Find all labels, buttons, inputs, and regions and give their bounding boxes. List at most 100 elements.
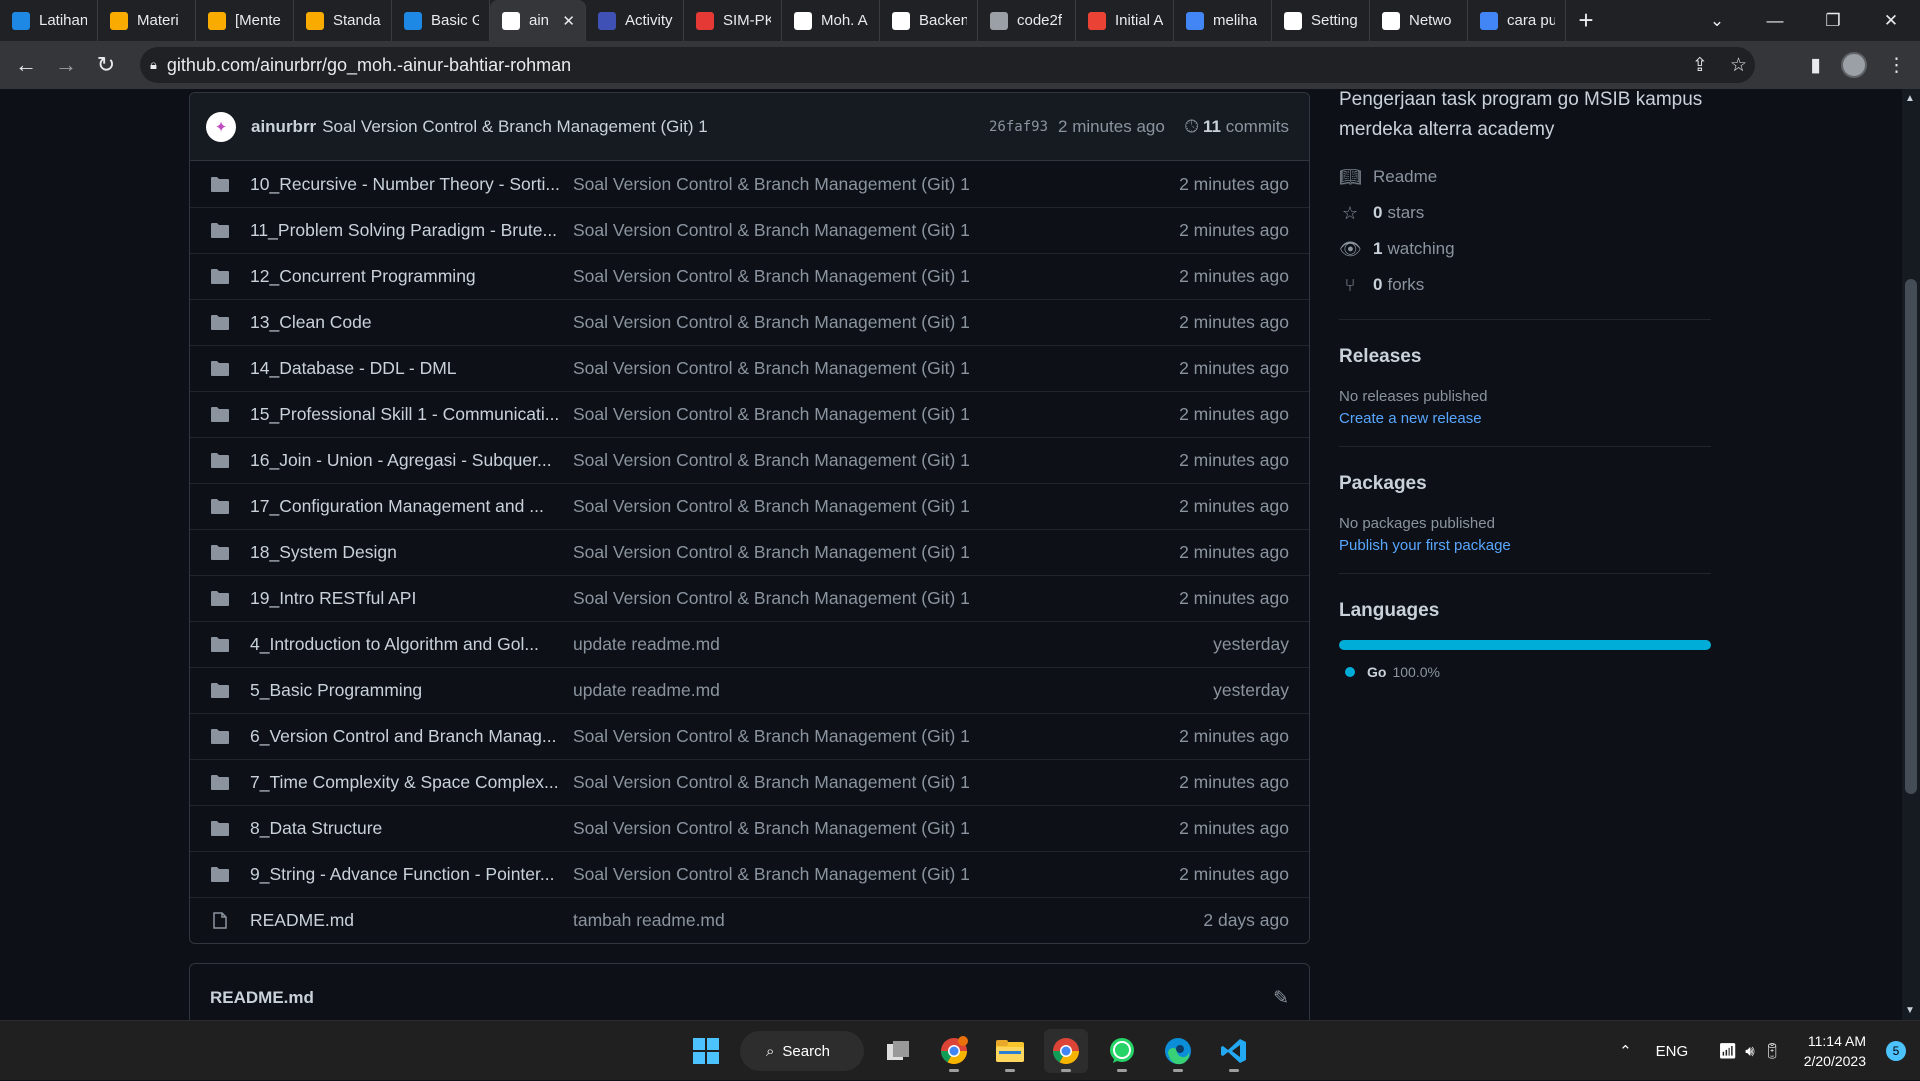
packages-heading[interactable]: Packages	[1339, 473, 1711, 495]
file-name-link[interactable]: 8_Data Structure	[250, 818, 560, 839]
browser-tab[interactable]: code2f	[978, 0, 1076, 41]
browser-tab[interactable]: Materi	[98, 0, 196, 41]
file-commit-message[interactable]: Soal Version Control & Branch Management…	[560, 864, 1179, 885]
browser-tab[interactable]: meliha	[1174, 0, 1272, 41]
page-scrollbar[interactable]: ▲ ▼	[1902, 89, 1920, 1020]
watching-link[interactable]: 👁︎ 1 watching	[1339, 231, 1711, 267]
file-commit-message[interactable]: Soal Version Control & Branch Management…	[560, 818, 1179, 839]
file-name-link[interactable]: 13_Clean Code	[250, 312, 560, 333]
close-window-button[interactable]: ✕	[1862, 0, 1920, 41]
taskbar-search[interactable]: ⌕ Search	[740, 1031, 864, 1071]
file-name-link[interactable]: 7_Time Complexity & Space Complex...	[250, 772, 560, 793]
file-name-link[interactable]: 14_Database - DDL - DML	[250, 358, 560, 379]
scroll-up-arrow[interactable]: ▲	[1905, 93, 1915, 104]
file-name-link[interactable]: 9_String - Advance Function - Pointer...	[250, 864, 560, 885]
chevron-up-icon[interactable]: ⌃	[1619, 1042, 1632, 1060]
file-commit-message[interactable]: Soal Version Control & Branch Management…	[560, 312, 1179, 333]
restore-button[interactable]: ❐	[1804, 0, 1862, 41]
file-commit-message[interactable]: Soal Version Control & Branch Management…	[560, 266, 1179, 287]
create-release-link[interactable]: Create a new release	[1339, 408, 1711, 430]
language-item[interactable]: Go 100.0%	[1339, 664, 1711, 680]
file-commit-message[interactable]: Soal Version Control & Branch Management…	[560, 358, 1179, 379]
vscode-icon[interactable]	[1212, 1029, 1256, 1073]
commit-author[interactable]: ainurbrr	[251, 117, 316, 137]
browser-tab[interactable]: Netwo	[1370, 0, 1468, 41]
battery-icon[interactable]: 🔋︎	[1763, 1042, 1782, 1060]
commit-hash[interactable]: 26faf93	[989, 119, 1048, 135]
lock-icon[interactable]: 🔒︎	[150, 57, 157, 73]
browser-tab[interactable]: cara pu	[1468, 0, 1566, 41]
publish-package-link[interactable]: Publish your first package	[1339, 535, 1711, 557]
file-name-link[interactable]: 16_Join - Union - Agregasi - Subquer...	[250, 450, 560, 471]
close-tab-icon[interactable]: ✕	[562, 12, 575, 30]
edge-icon[interactable]	[1156, 1029, 1200, 1073]
file-name-link[interactable]: README.md	[250, 910, 560, 931]
file-name-link[interactable]: 5_Basic Programming	[250, 680, 560, 701]
browser-tab[interactable]: Latihan	[0, 0, 98, 41]
windows-start-icon[interactable]	[684, 1029, 728, 1073]
readme-title[interactable]: README.md	[210, 988, 314, 1008]
file-commit-message[interactable]: Soal Version Control & Branch Management…	[560, 220, 1179, 241]
browser-tab[interactable]: ain ✕	[490, 0, 586, 41]
browser-tab[interactable]: Initial A	[1076, 0, 1174, 41]
reload-button[interactable]: ↻	[86, 52, 126, 78]
browser-tab[interactable]: Moh. A	[782, 0, 880, 41]
tab-search-icon[interactable]: ⌄	[1688, 0, 1746, 41]
new-tab-button[interactable]: +	[1566, 5, 1606, 36]
file-commit-message[interactable]: Soal Version Control & Branch Management…	[560, 588, 1179, 609]
scroll-down-arrow[interactable]: ▼	[1905, 1005, 1915, 1016]
releases-heading[interactable]: Releases	[1339, 346, 1711, 368]
browser-tab[interactable]: Standa	[294, 0, 392, 41]
profile-avatar[interactable]	[1841, 52, 1867, 78]
file-commit-message[interactable]: Soal Version Control & Branch Management…	[560, 174, 1179, 195]
browser-tab[interactable]: Backen	[880, 0, 978, 41]
share-icon[interactable]: ⇪	[1692, 54, 1708, 77]
file-commit-message[interactable]: update readme.md	[560, 634, 1213, 655]
browser-tab[interactable]: Activity	[586, 0, 684, 41]
edit-pencil-icon[interactable]: ✎	[1273, 987, 1289, 1010]
task-view-icon[interactable]	[876, 1029, 920, 1073]
file-name-link[interactable]: 15_Professional Skill 1 - Communicati...	[250, 404, 560, 425]
file-commit-message[interactable]: Soal Version Control & Branch Management…	[560, 726, 1179, 747]
readme-link[interactable]: 📖︎ Readme	[1339, 159, 1711, 195]
commit-history-link[interactable]: 🕓︎ 11 commits	[1185, 117, 1289, 137]
side-panel-icon[interactable]: ▮	[1811, 54, 1821, 77]
file-commit-message[interactable]: tambah readme.md	[560, 910, 1203, 931]
commit-author-avatar[interactable]: ✦	[206, 111, 236, 142]
browser-tab[interactable]: SIM-PK	[684, 0, 782, 41]
address-bar[interactable]: 🔒︎ github.com/ainurbrr/go_moh.-ainur-bah…	[140, 47, 1755, 83]
file-name-link[interactable]: 10_Recursive - Number Theory - Sorti...	[250, 174, 560, 195]
volume-icon[interactable]: 🔊︎	[1745, 1043, 1754, 1060]
file-name-link[interactable]: 4_Introduction to Algorithm and Gol...	[250, 634, 560, 655]
file-name-link[interactable]: 19_Intro RESTful API	[250, 588, 560, 609]
commit-message[interactable]: Soal Version Control & Branch Management…	[322, 117, 708, 137]
file-commit-message[interactable]: Soal Version Control & Branch Management…	[560, 542, 1179, 563]
file-commit-message[interactable]: Soal Version Control & Branch Management…	[560, 496, 1179, 517]
minimize-button[interactable]: —	[1746, 0, 1804, 41]
file-name-link[interactable]: 18_System Design	[250, 542, 560, 563]
scrollbar-thumb[interactable]	[1905, 279, 1917, 794]
chrome-icon[interactable]	[1044, 1029, 1088, 1073]
forward-button[interactable]: →	[46, 52, 86, 78]
file-name-link[interactable]: 6_Version Control and Branch Manag...	[250, 726, 560, 747]
file-name-link[interactable]: 17_Configuration Management and ...	[250, 496, 560, 517]
file-name-link[interactable]: 11_Problem Solving Paradigm - Brute...	[250, 220, 560, 241]
browser-tab[interactable]: Basic G	[392, 0, 490, 41]
input-language[interactable]: ENG	[1656, 1043, 1689, 1060]
wifi-icon[interactable]: 📶︎	[1718, 1042, 1737, 1060]
notification-badge[interactable]: 5	[1886, 1041, 1906, 1061]
file-commit-message[interactable]: Soal Version Control & Branch Management…	[560, 404, 1179, 425]
file-commit-message[interactable]: Soal Version Control & Branch Management…	[560, 772, 1179, 793]
stars-link[interactable]: ☆ 0 stars	[1339, 195, 1711, 231]
clock[interactable]: 11:14 AM 2/20/2023	[1804, 1031, 1866, 1071]
menu-kebab-icon[interactable]: ⋮	[1887, 54, 1906, 77]
chrome-profile-icon[interactable]	[932, 1029, 976, 1073]
back-button[interactable]: ←	[6, 52, 46, 78]
file-explorer-icon[interactable]	[988, 1029, 1032, 1073]
forks-link[interactable]: ⑂ 0 forks	[1339, 267, 1711, 303]
browser-tab[interactable]: [Mente	[196, 0, 294, 41]
file-commit-message[interactable]: update readme.md	[560, 680, 1213, 701]
whatsapp-icon[interactable]	[1100, 1029, 1144, 1073]
url-text[interactable]: github.com/ainurbrr/go_moh.-ainur-bahtia…	[167, 55, 571, 76]
bookmark-star-icon[interactable]: ☆	[1730, 54, 1747, 77]
